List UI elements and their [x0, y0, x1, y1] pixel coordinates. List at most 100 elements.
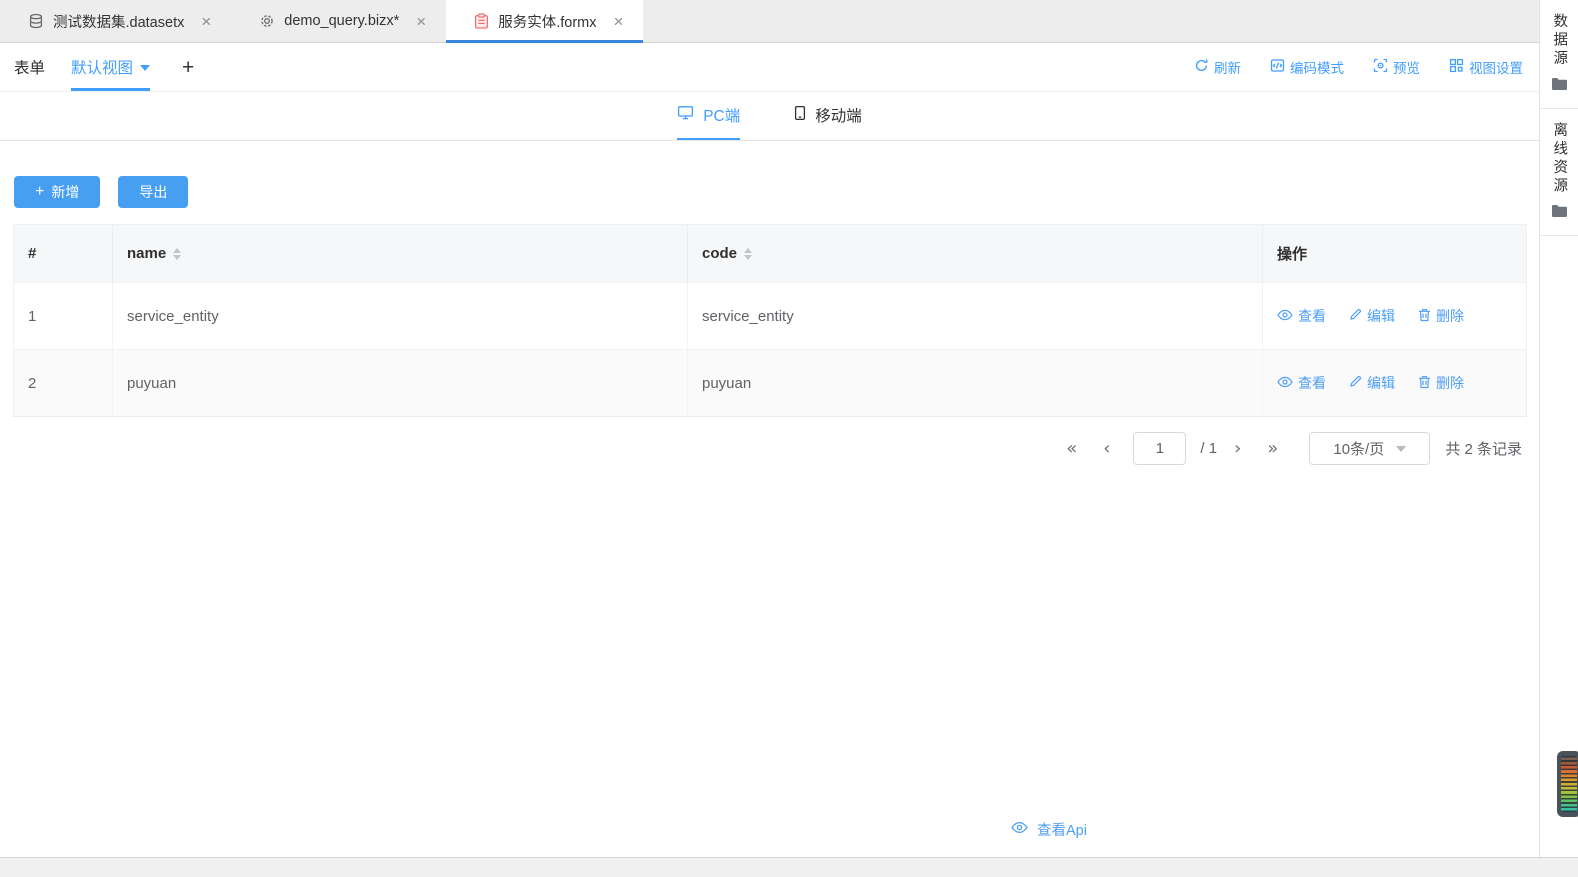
file-tab-label: demo_query.bizx*: [284, 13, 399, 29]
sidebar-item-datasource[interactable]: 数据源: [1540, 0, 1578, 109]
app-window: 测试数据集.datasetx × demo_query.bizx* × 服务实体…: [0, 0, 1578, 877]
pc-tab-label: PC端: [703, 104, 740, 126]
edit-link-label: 编辑: [1367, 373, 1395, 393]
total-pages-label: / 1: [1200, 440, 1217, 457]
main-panel: 测试数据集.datasetx × demo_query.bizx* × 服务实体…: [0, 0, 1540, 857]
prev-page-button[interactable]: ‹: [1090, 438, 1123, 459]
column-header-index: #: [14, 225, 113, 282]
close-icon[interactable]: ×: [416, 13, 426, 30]
refresh-label: 刷新: [1214, 57, 1241, 77]
row-actions: 查看 编辑 删除: [1277, 373, 1464, 393]
page-size-select[interactable]: 10条/页: [1309, 432, 1430, 465]
offline-resources-label: 离线资源: [1552, 122, 1567, 196]
folder-icon: [1551, 77, 1568, 96]
folder-icon: [1551, 204, 1568, 223]
right-sidebar: 数据源 离线资源: [1540, 0, 1578, 857]
edit-link[interactable]: 编辑: [1349, 373, 1395, 393]
view-link[interactable]: 查看: [1277, 306, 1326, 326]
row-actions: 查看 编辑 删除: [1277, 306, 1464, 326]
column-header-actions: 操作: [1263, 225, 1526, 282]
file-tab-label: 服务实体.formx: [498, 11, 596, 32]
sort-icon[interactable]: [744, 248, 752, 260]
preview-button[interactable]: 预览: [1373, 57, 1420, 77]
monitor-icon: [677, 105, 694, 125]
preview-icon: [1373, 58, 1388, 76]
table-body: 1 service_entity service_entity 查看: [14, 282, 1526, 416]
page-number-input[interactable]: [1133, 432, 1186, 465]
column-header-name-label: name: [127, 245, 166, 262]
add-button-label: 新增: [51, 182, 79, 202]
close-icon[interactable]: ×: [201, 13, 211, 30]
view-api-link[interactable]: 查看Api: [1011, 819, 1087, 840]
view-link-label: 查看: [1298, 373, 1326, 393]
cell-index: 1: [14, 283, 113, 349]
table-row: 2 puyuan puyuan 查看: [14, 349, 1526, 416]
preview-label: 预览: [1393, 57, 1420, 77]
delete-link[interactable]: 删除: [1418, 373, 1464, 393]
first-page-button[interactable]: «: [1053, 438, 1090, 459]
next-page-button[interactable]: ›: [1221, 438, 1254, 459]
view-link[interactable]: 查看: [1277, 373, 1326, 393]
view-settings-label: 视图设置: [1469, 57, 1523, 77]
eye-icon: [1277, 375, 1293, 391]
delete-icon: [1418, 308, 1431, 325]
caret-down-icon: [140, 65, 150, 71]
cell-code: service_entity: [688, 283, 1263, 349]
gear-icon: [259, 13, 275, 29]
audio-meter-bars: [1561, 756, 1577, 812]
add-view-button[interactable]: +: [182, 57, 194, 78]
view-api-label: 查看Api: [1037, 819, 1087, 840]
file-tab-query[interactable]: demo_query.bizx* ×: [231, 0, 446, 42]
cell-name: puyuan: [113, 350, 688, 416]
mobile-tab-label: 移动端: [815, 104, 862, 126]
code-mode-icon: [1270, 58, 1285, 76]
tab-mobile[interactable]: 移动端: [794, 92, 862, 140]
column-header-code-label: code: [702, 245, 737, 262]
file-tabbar: 测试数据集.datasetx × demo_query.bizx* × 服务实体…: [0, 0, 1539, 43]
tab-default-view[interactable]: 默认视图: [71, 43, 150, 91]
delete-link-label: 删除: [1436, 306, 1464, 326]
eye-icon: [1011, 821, 1028, 838]
table-header: # name code 操作: [14, 225, 1526, 282]
toolbar-right: 刷新 编码模式 预览: [1194, 57, 1523, 77]
view-toolbar: 表单 默认视图 + 刷新: [0, 43, 1539, 91]
close-icon[interactable]: ×: [614, 13, 624, 30]
cell-name: service_entity: [113, 283, 688, 349]
last-page-button[interactable]: »: [1254, 438, 1291, 459]
form-icon: [474, 13, 489, 29]
edit-icon: [1349, 308, 1362, 324]
file-tab-dataset[interactable]: 测试数据集.datasetx ×: [0, 0, 231, 42]
add-button[interactable]: + 新增: [14, 176, 100, 208]
edit-link-label: 编辑: [1367, 306, 1395, 326]
code-mode-label: 编码模式: [1290, 57, 1344, 77]
eye-icon: [1277, 308, 1293, 324]
delete-link[interactable]: 删除: [1418, 306, 1464, 326]
file-tab-label: 测试数据集.datasetx: [53, 11, 184, 32]
column-header-code[interactable]: code: [688, 225, 1263, 282]
view-settings-button[interactable]: 视图设置: [1449, 57, 1523, 77]
tab-pc[interactable]: PC端: [677, 92, 740, 140]
default-view-label: 默认视图: [71, 56, 133, 78]
file-tab-form-active[interactable]: 服务实体.formx ×: [446, 0, 643, 42]
entity-table: # name code 操作: [13, 224, 1527, 417]
sort-icon[interactable]: [173, 248, 181, 260]
view-link-label: 查看: [1298, 306, 1326, 326]
export-button[interactable]: 导出: [118, 176, 188, 208]
edit-link[interactable]: 编辑: [1349, 306, 1395, 326]
device-tabs: PC端 移动端: [0, 91, 1539, 141]
page-size-value: 10条/页: [1333, 438, 1384, 459]
refresh-icon: [1194, 58, 1209, 76]
datasource-label: 数据源: [1552, 13, 1567, 69]
sidebar-item-offline-resources[interactable]: 离线资源: [1540, 109, 1578, 236]
view-settings-icon: [1449, 58, 1464, 76]
audio-meter-icon: [1557, 751, 1578, 817]
refresh-button[interactable]: 刷新: [1194, 57, 1241, 77]
database-icon: [28, 13, 44, 29]
delete-link-label: 删除: [1436, 373, 1464, 393]
plus-icon: +: [35, 184, 44, 200]
top-region: 测试数据集.datasetx × demo_query.bizx* × 服务实体…: [0, 0, 1578, 857]
cell-code: puyuan: [688, 350, 1263, 416]
column-header-name[interactable]: name: [113, 225, 688, 282]
code-mode-button[interactable]: 编码模式: [1270, 57, 1344, 77]
mobile-icon: [794, 105, 806, 126]
